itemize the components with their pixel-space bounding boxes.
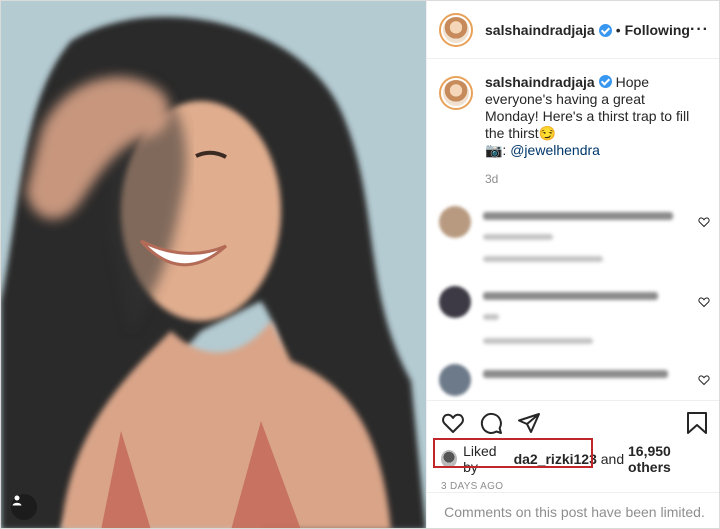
bookmark-icon[interactable]	[686, 411, 708, 435]
verified-icon	[598, 24, 612, 37]
verified-icon	[598, 75, 612, 88]
comments-limited-notice: Comments on this post have been limited.	[427, 492, 719, 528]
photo-illustration	[1, 1, 426, 528]
comment-icon[interactable]	[479, 411, 503, 435]
comment-item-blurred	[439, 206, 710, 262]
comment-like-icon[interactable]	[698, 374, 710, 386]
caption-username[interactable]: salshaindradjaja	[485, 74, 595, 90]
liked-by-connector: and	[600, 451, 625, 467]
post-header: salshaindradjaja • Following ···	[427, 1, 719, 59]
share-icon[interactable]	[517, 411, 541, 435]
post-caption: salshaindradjaja Hope everyone's having …	[439, 74, 710, 188]
author-avatar[interactable]	[439, 12, 473, 47]
comment-like-icon[interactable]	[698, 216, 710, 228]
post-dialog: salshaindradjaja • Following ··· salshai…	[0, 0, 720, 529]
commenter-avatar	[439, 206, 471, 238]
heart-icon[interactable]	[441, 411, 465, 435]
liked-by-row: Liked by da2_rizki123 and 16,950 others	[433, 438, 708, 475]
post-side-panel: salshaindradjaja • Following ··· salshai…	[426, 1, 719, 528]
comments-section: salshaindradjaja Hope everyone's having …	[427, 60, 719, 400]
user-tag-icon[interactable]	[11, 494, 37, 520]
post-photo[interactable]	[1, 1, 426, 528]
author-username[interactable]: salshaindradjaja	[485, 22, 595, 38]
post-actions: Liked by da2_rizki123 and 16,950 others …	[427, 400, 719, 492]
highlight-box	[433, 438, 593, 468]
caption-timestamp[interactable]: 3d	[485, 171, 700, 188]
caption-avatar[interactable]	[439, 76, 473, 110]
comment-like-icon[interactable]	[698, 296, 710, 308]
camera-credit-prefix: 📷:	[485, 142, 511, 158]
post-date[interactable]: 3 DAYS AGO	[441, 481, 708, 492]
commenter-avatar	[439, 364, 471, 396]
separator-dot: •	[615, 21, 621, 38]
photographer-mention-link[interactable]: @jewelhendra	[510, 142, 600, 158]
comment-item-blurred	[439, 364, 710, 396]
commenter-avatar	[439, 286, 471, 318]
likes-count-link[interactable]: 16,950 others	[628, 443, 708, 475]
following-button[interactable]: Following	[625, 22, 690, 38]
comment-item-blurred	[439, 286, 710, 344]
more-icon[interactable]: ···	[690, 21, 709, 39]
